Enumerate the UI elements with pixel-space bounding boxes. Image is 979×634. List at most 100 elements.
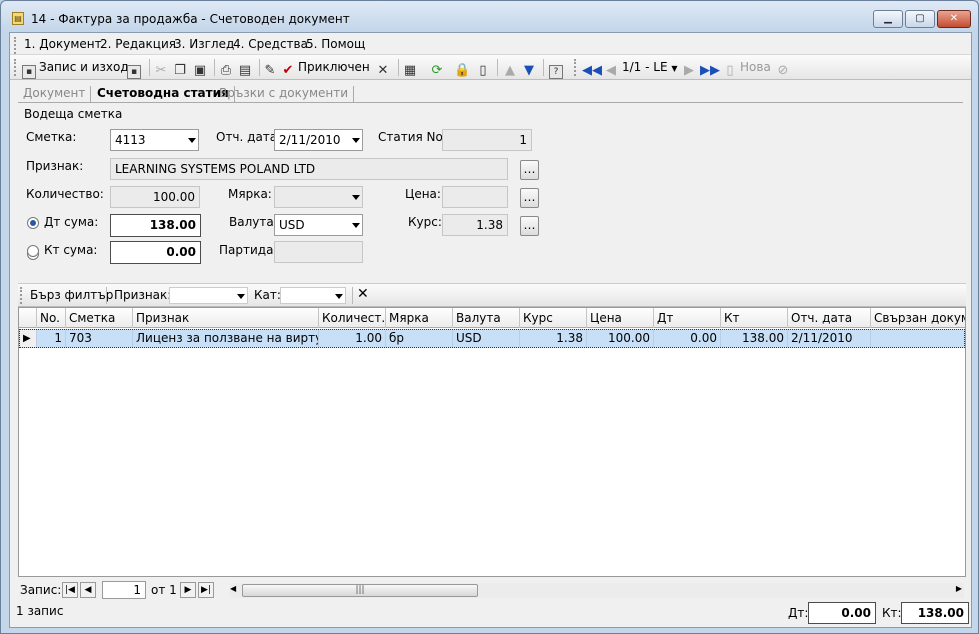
help-button[interactable]: ? [549, 58, 566, 79]
chevron-down-icon[interactable] [237, 294, 245, 299]
tab-document-links[interactable]: Връзки с документи [214, 86, 355, 102]
edit-button[interactable]: ✎ [263, 58, 280, 78]
move-up-button[interactable]: ▲ [503, 58, 520, 77]
cell-price[interactable]: 100.00 [587, 330, 654, 347]
menu-tools[interactable]: 4. Средства [233, 37, 308, 51]
cell-dt[interactable]: 0.00 [654, 330, 721, 347]
menu-view[interactable]: 3. Изглед [174, 37, 234, 51]
cell-no[interactable]: 1 [37, 330, 66, 347]
nav-first-button[interactable]: |◀ [62, 582, 78, 598]
menu-document[interactable]: 1. Документ [24, 37, 102, 51]
document-button[interactable]: ▯ [476, 58, 493, 78]
cell-currency[interactable]: USD [453, 330, 520, 347]
title-bar[interactable]: ▤ 14 - Фактура за продажба - Счетоводен … [1, 1, 978, 33]
save-button[interactable]: ▪ [127, 58, 144, 79]
toolbar-grip[interactable] [574, 59, 577, 76]
kt-sum-radio[interactable] [27, 245, 39, 257]
rate-label: Курс: [408, 215, 442, 229]
cell-account[interactable]: 703 [66, 330, 133, 347]
column-header-rate[interactable]: Курс [520, 308, 587, 328]
rate-lookup-button[interactable]: … [520, 216, 539, 236]
filter-attribute-combo[interactable] [169, 287, 248, 304]
paste-button[interactable]: ▣ [193, 58, 210, 78]
cell-quantity[interactable]: 1.00 [319, 330, 386, 347]
chevron-down-icon[interactable] [188, 138, 196, 143]
column-header-price[interactable]: Цена [587, 308, 654, 328]
new-button[interactable]: ▯ Нова [723, 58, 770, 77]
column-header-no[interactable]: No. [37, 308, 66, 328]
save-exit-button[interactable]: ▪ Запис и изход [22, 58, 129, 79]
chevron-down-icon[interactable] [352, 138, 360, 143]
horizontal-scrollbar[interactable]: ◀ ||| ▶ [230, 583, 964, 598]
measure-combo[interactable] [274, 186, 363, 208]
filter-category-combo[interactable] [280, 287, 346, 304]
attribute-lookup-button[interactable]: … [520, 160, 539, 180]
cell-linked-doc[interactable] [871, 330, 965, 347]
attribute-field[interactable]: LEARNING SYSTEMS POLAND LTD [110, 158, 508, 180]
close-button[interactable]: ✕ [937, 10, 971, 28]
lock-button[interactable]: 🔒 [454, 58, 471, 78]
column-header-attribute[interactable]: Признак [133, 308, 319, 328]
last-record-button[interactable]: ▶▶ [700, 58, 720, 77]
cell-date[interactable]: 2/11/2010 [788, 330, 871, 347]
copy-button[interactable]: ❐ [173, 58, 190, 78]
currency-combo[interactable]: USD [274, 214, 363, 236]
nav-last-button[interactable]: ▶| [198, 582, 214, 598]
disable-button[interactable]: ⊘ [776, 58, 793, 77]
menu-help[interactable]: 5. Помощ [306, 37, 365, 51]
cancel-button[interactable]: ✕ [376, 58, 393, 78]
price-field[interactable] [442, 186, 508, 208]
rate-field[interactable]: 1.38 [442, 214, 508, 236]
column-header-measure[interactable]: Мярка [386, 308, 453, 328]
column-header-quantity[interactable]: Количест... [319, 308, 386, 328]
clear-filter-button[interactable]: ✕ [357, 286, 369, 302]
next-record-button[interactable]: ▶ [682, 58, 699, 77]
account-combo[interactable]: 4113 [110, 129, 199, 151]
column-header-linked-doc[interactable]: Свързан докумен [871, 308, 965, 328]
finish-button[interactable]: ✔ Приключен [281, 58, 370, 78]
first-record-button[interactable]: ◀◀ [582, 58, 602, 77]
column-header-date[interactable]: Отч. дата [788, 308, 871, 328]
article-field[interactable]: 1 [442, 129, 532, 151]
column-header-account[interactable]: Сметка [66, 308, 133, 328]
batch-field[interactable] [274, 241, 363, 263]
minimize-button[interactable]: ▁ [873, 10, 903, 28]
menu-grip[interactable] [14, 37, 17, 54]
move-down-button[interactable]: ▼ [522, 58, 539, 77]
nav-prev-button[interactable]: ◀ [80, 582, 96, 598]
print-button[interactable]: ⎙ [219, 58, 236, 78]
price-lookup-button[interactable]: … [520, 188, 539, 208]
scroll-thumb[interactable]: ||| [242, 584, 478, 597]
table-row[interactable]: ▶ 1 703 Лиценз за ползване на виртуал...… [19, 329, 965, 348]
nav-next-button[interactable]: ▶ [180, 582, 196, 598]
dt-sum-field[interactable]: 138.00 [110, 214, 201, 237]
date-picker[interactable]: 2/11/2010 [274, 129, 363, 151]
dt-sum-radio[interactable] [27, 217, 39, 229]
prev-record-button[interactable]: ◀ [604, 58, 621, 77]
chevron-down-icon[interactable] [352, 195, 360, 200]
column-header-currency[interactable]: Валута [453, 308, 520, 328]
maximize-button[interactable]: ▢ [905, 10, 935, 28]
menu-edit[interactable]: 2. Редакция [100, 37, 176, 51]
tab-document[interactable]: Документ [18, 86, 92, 102]
record-selector[interactable]: 1/1 - LE ▼ [622, 58, 678, 77]
filter-grip[interactable] [20, 287, 23, 304]
column-header-kt[interactable]: Кт [721, 308, 788, 328]
refresh-button[interactable]: ⟳ [430, 58, 447, 78]
toolbar-grip[interactable] [14, 59, 17, 76]
cell-attribute[interactable]: Лиценз за ползване на виртуал... [133, 330, 319, 347]
chevron-down-icon[interactable] [335, 294, 343, 299]
calculator-button[interactable]: ▦ [403, 58, 420, 78]
cell-measure[interactable]: бр [386, 330, 453, 347]
chevron-down-icon[interactable] [352, 223, 360, 228]
kt-sum-field[interactable]: 0.00 [110, 241, 201, 264]
scroll-right-icon[interactable]: ▶ [956, 584, 962, 593]
scroll-left-icon[interactable]: ◀ [230, 584, 236, 593]
preview-button[interactable]: ▤ [238, 58, 255, 78]
cut-button[interactable]: ✂ [154, 58, 171, 77]
cell-kt[interactable]: 138.00 [721, 330, 788, 347]
column-header-dt[interactable]: Дт [654, 308, 721, 328]
record-number-input[interactable]: 1 [102, 581, 146, 599]
quantity-field[interactable]: 100.00 [110, 186, 200, 208]
cell-rate[interactable]: 1.38 [520, 330, 587, 347]
